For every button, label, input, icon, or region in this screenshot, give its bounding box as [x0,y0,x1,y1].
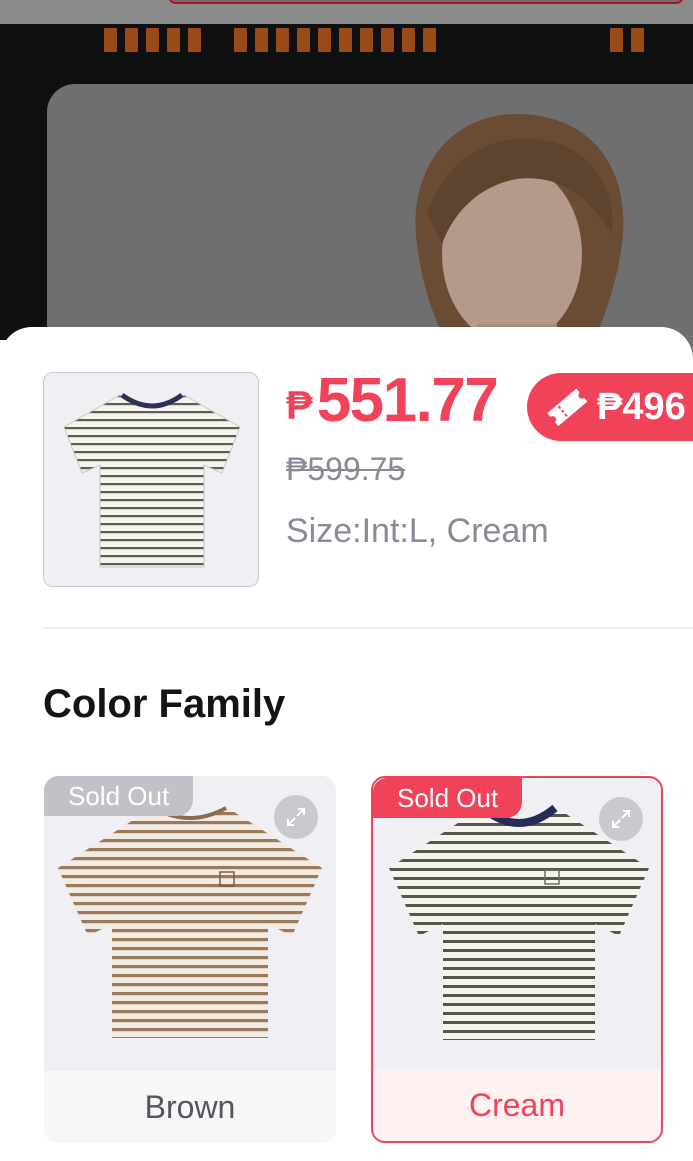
striped-tshirt-icon [63,392,241,568]
expand-icon [287,808,305,826]
expand-icon [612,810,630,828]
backdrop-top-strip [0,0,693,24]
backdrop-overlay[interactable] [0,0,693,384]
ticket-icon [543,387,591,427]
page: ₱ 551.77 ₱496 ₱599.75 Size:Int:L, Cream … [0,0,693,1161]
product-thumbnail[interactable] [43,372,259,587]
voucher-price: ₱496 [597,385,686,428]
expand-image-button[interactable] [274,795,318,839]
divider [43,627,693,629]
color-option-cream[interactable]: Sold Out Cream [371,776,663,1143]
color-option-brown[interactable]: Sold Out Brown [44,776,336,1143]
variant-bottom-sheet: ₱ 551.77 ₱496 ₱599.75 Size:Int:L, Cream … [0,327,693,1161]
backdrop-stripe-group [104,28,201,52]
sold-out-badge: Sold Out [373,778,523,818]
sold-out-badge: Sold Out [44,776,194,816]
selected-variant-text: Size:Int:L, Cream [286,512,549,550]
voucher-price-badge[interactable]: ₱496 [527,373,693,441]
backdrop-stripe-group [234,28,436,52]
color-option-label: Cream [373,1069,661,1141]
backdrop-search-bar [168,0,684,4]
color-option-label: Brown [44,1071,336,1143]
backdrop-stripe-group [610,28,644,52]
current-price: ₱ 551.77 [286,365,499,436]
currency-symbol: ₱ [286,384,313,428]
expand-image-button[interactable] [599,797,643,841]
price-value: 551.77 [316,366,499,435]
color-family-title: Color Family [43,682,286,726]
original-price: ₱599.75 [286,451,406,487]
